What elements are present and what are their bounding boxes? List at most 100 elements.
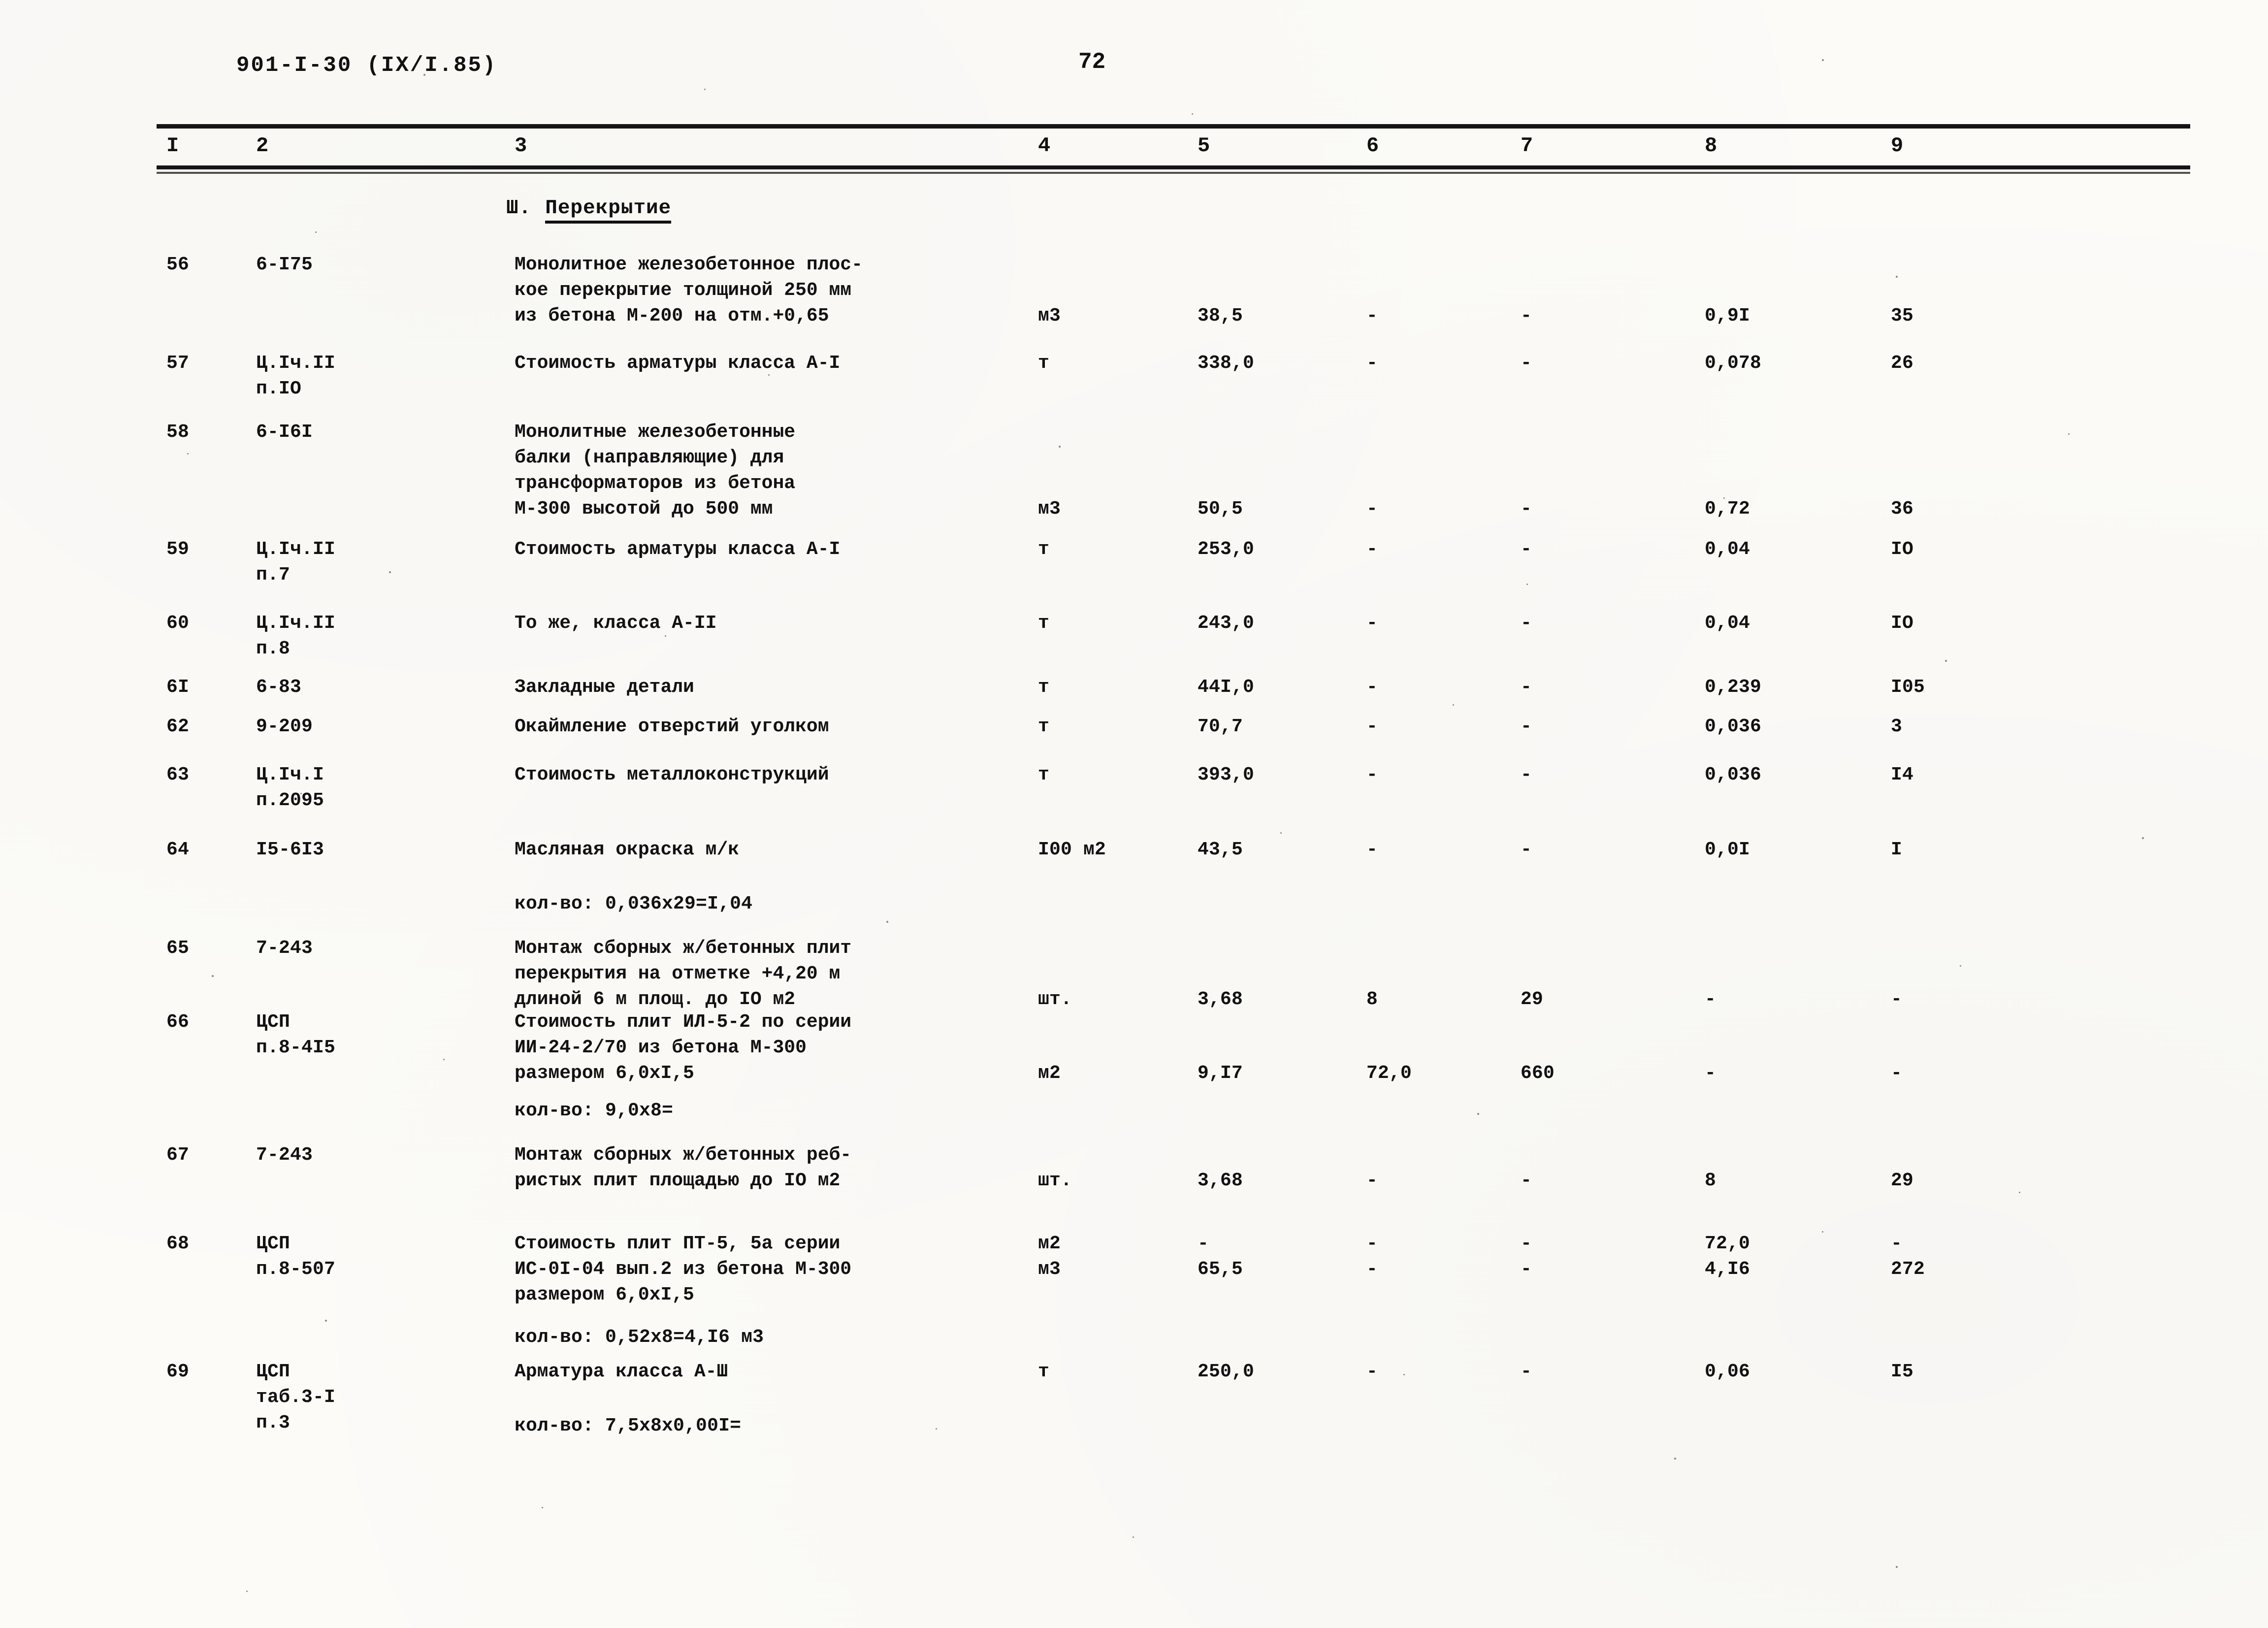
- row-col9: 36: [1891, 498, 1914, 520]
- row-code: Ц.Iч.II п.7: [256, 539, 336, 586]
- row-description: Стоимость металлоконструкций: [515, 764, 829, 785]
- row-number: 65: [166, 938, 190, 959]
- scan-speck: [300, 793, 302, 794]
- scan-speck: [542, 1507, 543, 1508]
- row-col7: -: [1521, 764, 1532, 785]
- table-header-rule-second: [157, 172, 2190, 174]
- row-col9: 26: [1891, 353, 1914, 374]
- document-code: 901-I-30 (IX/I.85): [236, 53, 497, 78]
- row-code: ЦСП п.8-4I5: [256, 1011, 336, 1058]
- row-col6: 8: [1366, 989, 1378, 1010]
- row-col9: -: [1891, 1063, 1903, 1084]
- column-header-I: I: [166, 134, 179, 158]
- row-col6: - -: [1366, 1233, 1378, 1280]
- scan-speck: [1280, 832, 1282, 834]
- scan-speck: [1526, 584, 1528, 585]
- scan-speck: [1723, 497, 1725, 499]
- section-number: Ш.: [506, 197, 532, 220]
- row-number: 64: [166, 839, 190, 860]
- row-col6: -: [1366, 353, 1378, 374]
- row-unit: т: [1038, 353, 1050, 374]
- row-number: 68: [166, 1233, 190, 1254]
- row-number: 60: [166, 613, 190, 634]
- row-col5: - 65,5: [1198, 1233, 1243, 1280]
- scan-speck: [1403, 1374, 1405, 1375]
- scan-speck: [1822, 59, 1824, 61]
- row-col5: 43,5: [1198, 839, 1243, 860]
- section-heading: Ш. Перекрытие: [506, 197, 672, 224]
- scan-speck: [1453, 704, 1454, 706]
- row-col8: 0,036: [1705, 716, 1762, 737]
- row-code: 6-83: [256, 677, 302, 698]
- scan-speck: [1059, 446, 1061, 448]
- scan-speck: [1133, 1536, 1134, 1538]
- scan-speck: [1896, 276, 1898, 278]
- column-header-7: 7: [1521, 134, 1533, 158]
- row-col8: 0,06: [1705, 1361, 1750, 1382]
- table-top-rule: [157, 124, 2190, 129]
- row-code: 7-243: [256, 1144, 313, 1166]
- scan-speck: [212, 975, 214, 977]
- scan-speck: [936, 1428, 937, 1430]
- row-col8: 0,036: [1705, 764, 1762, 785]
- row-col5: 3,68: [1198, 989, 1243, 1010]
- row-col9: IO: [1891, 539, 1914, 560]
- row-col6: -: [1366, 539, 1378, 560]
- row-col7: -: [1521, 1361, 1532, 1382]
- row-col5: 250,0: [1198, 1361, 1255, 1382]
- row-col5: 70,7: [1198, 716, 1243, 737]
- row-col7: 660: [1521, 1063, 1555, 1084]
- row-description: Закладные детали: [515, 677, 694, 698]
- row-code: ЦСП п.8-507: [256, 1233, 336, 1280]
- scan-speck: [1192, 113, 1193, 115]
- scan-speck: [1822, 1231, 1823, 1233]
- row-description: Арматура класса А-Ш: [515, 1361, 728, 1382]
- scan-speck: [886, 921, 888, 923]
- row-col7: -: [1521, 716, 1532, 737]
- row-col6: -: [1366, 613, 1378, 634]
- scan-speck: [315, 231, 317, 233]
- row-number: 56: [166, 254, 190, 275]
- row-col5: 253,0: [1198, 539, 1255, 560]
- row-unit: I00 м2: [1038, 839, 1106, 860]
- row-col8: 0,72: [1705, 498, 1750, 520]
- row-col8: -: [1705, 989, 1717, 1010]
- row-col8: 0,9I: [1705, 305, 1750, 326]
- scan-speck: [1674, 1458, 1676, 1460]
- row-number: 6I: [166, 677, 190, 698]
- row-col7: -: [1521, 353, 1532, 374]
- row-col8: 0,239: [1705, 677, 1762, 698]
- row-col5: 9,I7: [1198, 1063, 1243, 1084]
- row-description: Стоимость арматуры класса А-I: [515, 539, 841, 560]
- row-description: Стоимость арматуры класса А-I: [515, 353, 841, 374]
- row-unit: шт.: [1038, 1170, 1072, 1191]
- column-header-9: 9: [1891, 134, 1904, 158]
- row-col7: -: [1521, 613, 1532, 634]
- row-col8: 0,04: [1705, 539, 1750, 560]
- row-number: 58: [166, 422, 190, 443]
- row-description: Монтаж сборных ж/бетонных реб- ристых пл…: [515, 1144, 852, 1191]
- row-col6: -: [1366, 1170, 1378, 1191]
- scan-speck: [389, 571, 391, 573]
- page-number: 72: [1078, 49, 1106, 75]
- row-col6: -: [1366, 498, 1378, 520]
- row-col7: 29: [1521, 989, 1544, 1010]
- row-col8: 72,0 4,I6: [1705, 1233, 1750, 1280]
- row-unit: м3: [1038, 498, 1061, 520]
- row-unit: т: [1038, 613, 1050, 634]
- row-col9: I: [1891, 839, 1903, 860]
- row-col9: 29: [1891, 1170, 1914, 1191]
- row-col9: I5: [1891, 1361, 1914, 1382]
- scan-speck: [246, 1591, 248, 1592]
- row-unit: м2: [1038, 1063, 1061, 1084]
- row-col8: 0,04: [1705, 613, 1750, 634]
- row-col6: -: [1366, 677, 1378, 698]
- row-col7: -: [1521, 839, 1532, 860]
- row-note: кол-во: 0,52х8=4,I6 м3: [515, 1327, 764, 1348]
- row-number: 62: [166, 716, 190, 737]
- section-title-text: Перекрытие: [545, 197, 672, 224]
- row-code: 7-243: [256, 938, 313, 959]
- column-header-6: 6: [1366, 134, 1379, 158]
- row-col8: 8: [1705, 1170, 1717, 1191]
- row-col7: -: [1521, 539, 1532, 560]
